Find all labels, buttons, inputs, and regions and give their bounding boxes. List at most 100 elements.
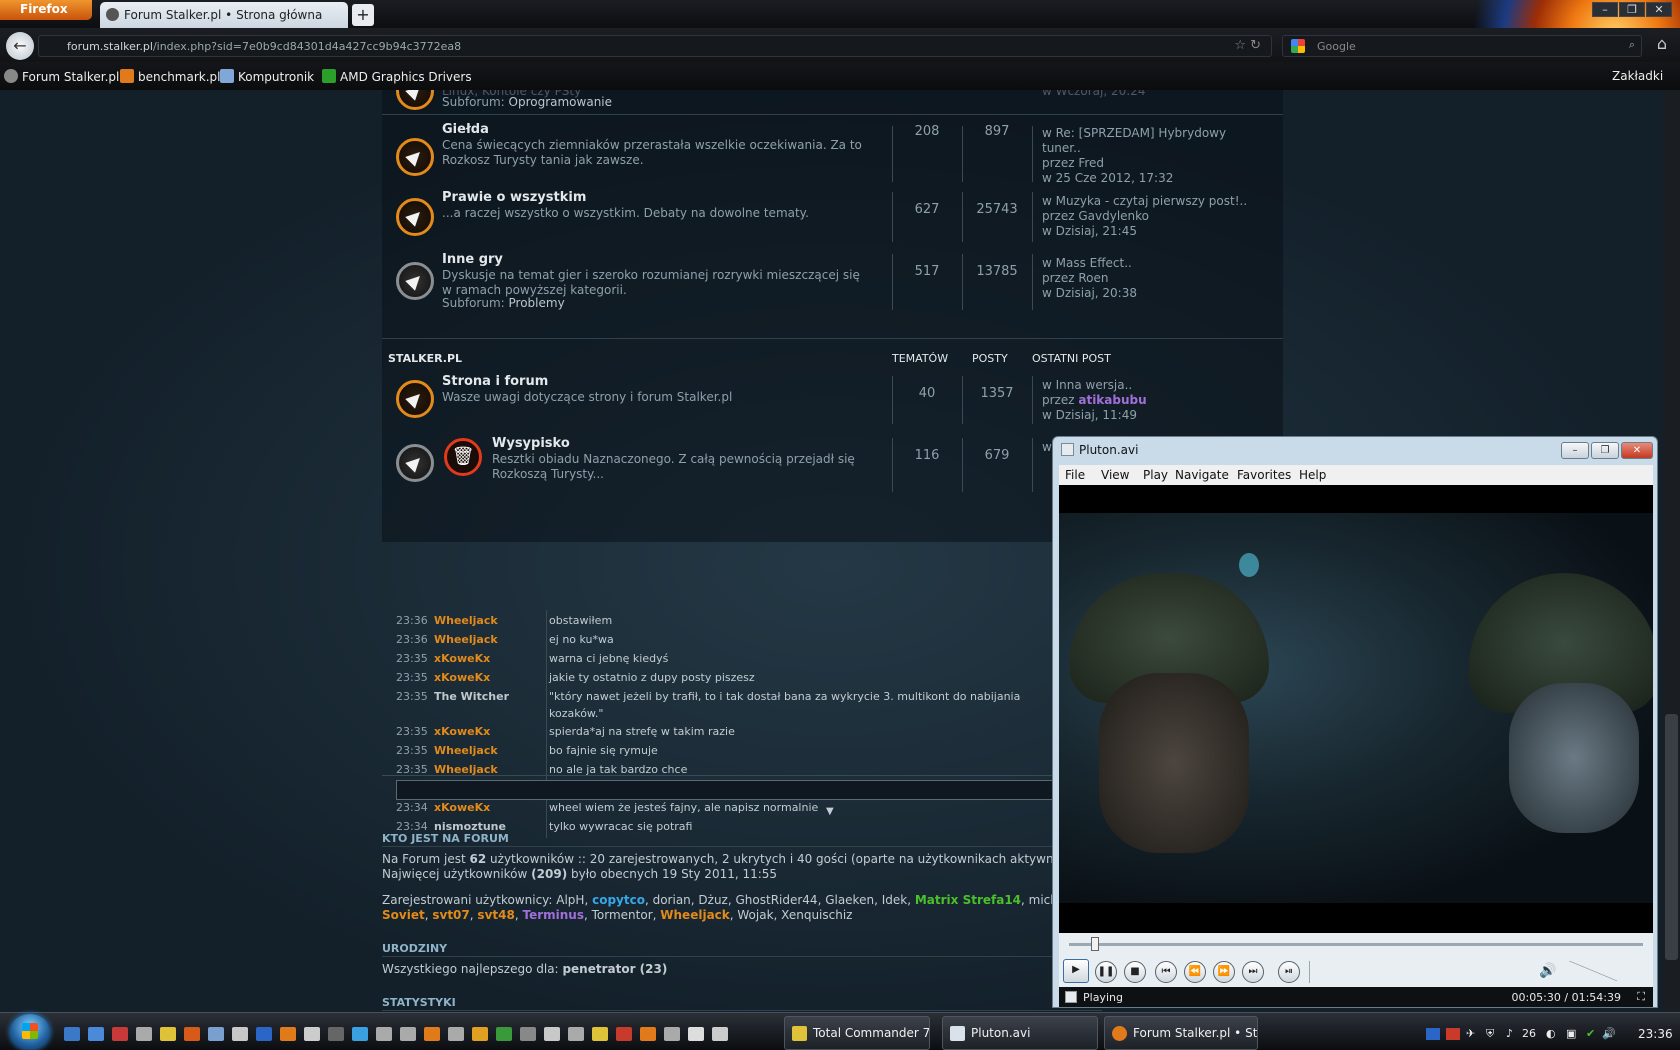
scrollbar-thumb[interactable] [1665,714,1678,960]
next-icon[interactable]: ⏭ [1242,961,1264,983]
quick-launch-icon[interactable] [328,1027,344,1041]
taskbar-clock[interactable]: 23:36 [1638,1027,1673,1041]
language-icon[interactable] [1446,1028,1460,1040]
quick-launch-icon[interactable] [640,1027,656,1041]
user-link[interactable]: svt48 [477,908,514,922]
shout-user[interactable]: Wheeljack [434,614,549,627]
rewind-icon[interactable]: ⏪ [1184,961,1206,983]
menu-file[interactable]: File [1065,468,1085,482]
taskbar-total-commander[interactable]: Total Commander 7.... [784,1016,930,1050]
firefox-menu-button[interactable]: Firefox [0,0,92,20]
quick-launch-icon[interactable] [712,1027,728,1041]
last-post-topic[interactable]: w Inna wersja.. [1042,378,1262,393]
shout-user[interactable]: Wheeljack [434,633,549,646]
play-icon[interactable]: ▶ [1063,959,1089,983]
seek-bar[interactable] [1059,933,1653,955]
quick-launch-icon[interactable] [400,1027,416,1041]
last-post-topic[interactable]: w Re: [SPRZEDAM] Hybrydowy [1042,126,1262,141]
subforum-link[interactable]: Problemy [509,296,565,310]
quick-launch-icon[interactable] [184,1027,200,1041]
last-post-topic[interactable]: w Mass Effect.. [1042,256,1262,271]
quick-launch-icon[interactable] [376,1027,392,1041]
shout-user[interactable]: xKoweKx [434,652,549,665]
quick-launch-icon[interactable] [568,1027,584,1041]
quick-launch-icon[interactable] [592,1027,608,1041]
tray-icon[interactable]: ▣ [1566,1027,1576,1040]
quick-launch-icon[interactable] [352,1027,368,1041]
forum-title-link[interactable]: Giełda [442,122,489,137]
last-post-author[interactable]: przez Roen [1042,271,1262,286]
star-icon[interactable]: ☆ ↻ [1234,38,1261,53]
quick-launch-icon[interactable] [136,1027,152,1041]
shout-user[interactable]: xKoweKx [434,801,549,814]
quick-launch-icon[interactable] [472,1027,488,1041]
quick-launch-icon[interactable] [664,1027,680,1041]
last-post-author[interactable]: przez Fred [1042,156,1262,171]
last-post-author[interactable]: przez Gavdylenko [1042,209,1262,224]
network-icon[interactable]: ✈ [1466,1027,1475,1040]
quick-launch-icon[interactable] [160,1027,176,1041]
shout-user[interactable]: The Witcher [434,690,549,703]
menu-navigate[interactable]: Navigate [1175,468,1229,482]
forum-title-link[interactable]: Strona i forum [442,374,548,389]
bookmark-benchmark[interactable]: benchmark.pl [120,69,221,84]
search-icon[interactable]: ⌕ [1629,38,1635,52]
close-icon[interactable]: ✕ [1646,2,1672,17]
start-button[interactable] [10,1014,50,1050]
menu-view[interactable]: View [1101,468,1129,482]
shout-user[interactable]: Wheeljack [434,744,549,757]
pause-icon[interactable]: ❚❚ [1095,961,1117,983]
quick-launch-icon[interactable] [112,1027,128,1041]
seek-handle[interactable] [1091,937,1099,951]
quick-launch-icon[interactable] [448,1027,464,1041]
previous-icon[interactable]: ⏮ [1155,961,1177,983]
tray-icon[interactable]: ◐ [1546,1027,1556,1040]
quick-launch-icon[interactable] [64,1027,80,1041]
quick-launch-icon[interactable] [304,1027,320,1041]
user-link[interactable]: Matrix Strefa14 [915,893,1021,907]
volume-slider[interactable] [1569,961,1617,981]
back-button[interactable]: ← [6,32,34,60]
forum-title-link[interactable]: Prawie o wszystkim [442,190,586,205]
shout-user[interactable]: xKoweKx [434,671,549,684]
minimize-icon[interactable]: – [1592,2,1618,17]
quick-launch-icon[interactable] [616,1027,632,1041]
check-icon[interactable]: ✔ [1586,1027,1595,1040]
quick-launch-icon[interactable] [232,1027,248,1041]
user-link[interactable]: penetrator (23) [562,962,667,976]
menu-help[interactable]: Help [1299,468,1326,482]
volume-icon[interactable]: 🔊 [1602,1027,1616,1040]
quick-launch-icon[interactable] [256,1027,272,1041]
quick-launch-icon[interactable] [688,1027,704,1041]
shield-icon[interactable]: ⛨ [1486,1027,1494,1041]
quick-launch-icon[interactable] [544,1027,560,1041]
close-icon[interactable]: ✕ [1621,442,1653,459]
new-tab-button[interactable]: + [352,4,374,26]
bookmark-komputronik[interactable]: Komputronik [220,69,314,84]
fast-forward-icon[interactable]: ⏩ [1213,961,1235,983]
bookmark-amd-drivers[interactable]: AMD Graphics Drivers [322,69,472,84]
fullscreen-icon[interactable]: ⛶ [1637,990,1645,1004]
tab-forum[interactable]: Forum Stalker.pl • Strona główna [100,2,348,28]
category-header[interactable]: STALKER.PL [388,352,462,365]
menu-favorites[interactable]: Favorites [1237,468,1291,482]
url-bar[interactable]: forum.stalker.pl/index.php?sid=7e0b9cd84… [38,35,1272,57]
chevron-down-icon[interactable]: ▼ [826,806,834,817]
speaker-icon[interactable]: ♪ [1506,1027,1513,1040]
forum-title-link[interactable]: Wysypisko [492,436,570,451]
quick-launch-icon[interactable] [208,1027,224,1041]
search-input[interactable]: Google ⌕ [1282,35,1642,57]
user-link[interactable]: atikabubu [1078,393,1146,407]
user-link[interactable]: Wheeljack [660,908,729,922]
last-post-topic[interactable]: w Muzyka - czytaj pierwszy post!.. [1042,194,1262,209]
volume-icon[interactable]: 🔊 [1539,963,1557,979]
quick-launch-icon[interactable] [424,1027,440,1041]
user-link[interactable]: Soviet [382,908,425,922]
user-link[interactable]: svt07 [432,908,469,922]
bookmarks-menu[interactable]: Zakładki [1612,69,1663,83]
home-icon[interactable]: ⌂ [1650,34,1674,58]
bookmark-forum-stalker[interactable]: Forum Stalker.pl [4,69,119,84]
user-link[interactable]: copytco [592,893,645,907]
minimize-icon[interactable]: – [1561,442,1589,459]
language-icon[interactable] [1426,1028,1440,1040]
